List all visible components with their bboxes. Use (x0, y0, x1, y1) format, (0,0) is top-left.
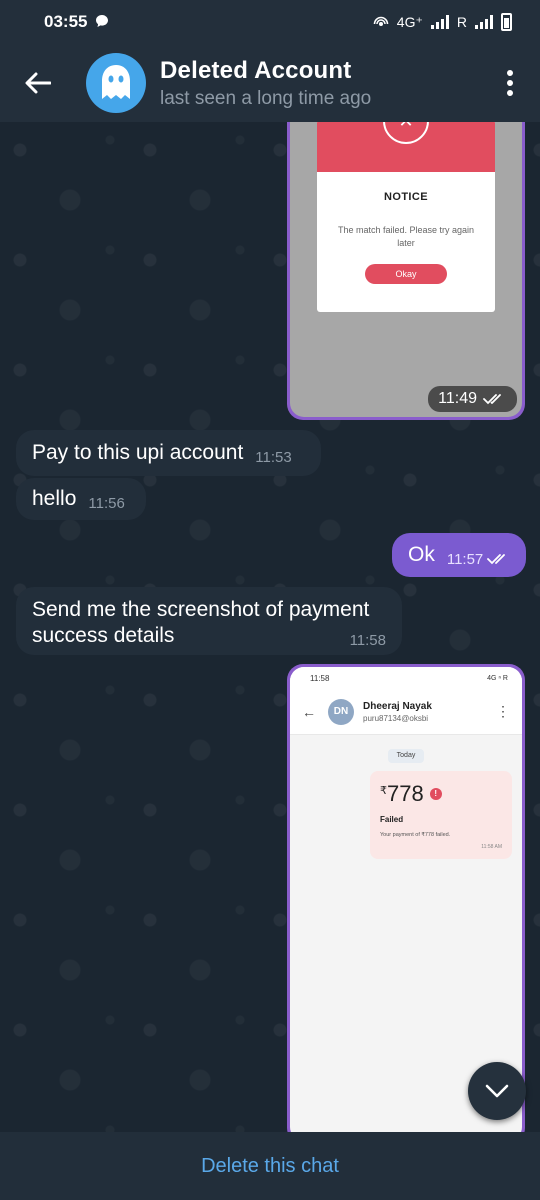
hotspot-icon (373, 14, 389, 31)
more-options-button[interactable] (480, 44, 540, 122)
notice-banner: ✕ (317, 120, 495, 172)
message-text: Pay to this upi account (32, 441, 244, 464)
message-time: 11:56 (88, 494, 125, 512)
message-text: Ok (408, 543, 435, 566)
back-button[interactable] (0, 44, 76, 122)
network-type-label: 4G⁺ (396, 13, 423, 30)
avatar[interactable] (86, 53, 146, 113)
outgoing-message[interactable]: Ok 11:57 (392, 533, 526, 577)
dot-icon (507, 90, 513, 96)
arrow-left-icon: ← (302, 703, 316, 720)
signal-icon (430, 15, 449, 29)
screenshot-app-bar: ← DN Dheeraj Nayak puru87134@oksbi ⋮ (290, 689, 522, 735)
notice-screenshot: ✕ NOTICE The match failed. Please try ag… (290, 107, 522, 417)
chat-title: Deleted Account (160, 56, 352, 84)
ghost-icon (102, 65, 130, 99)
message-time: 11:57 (446, 550, 484, 568)
bottom-bar: Delete this chat (0, 1132, 540, 1200)
delete-chat-button[interactable]: Delete this chat (201, 1155, 339, 1178)
currency-symbol: ₹ (380, 784, 387, 797)
payment-amount: 778 (387, 781, 424, 806)
chat-title-group[interactable]: Deleted Account last seen a long time ag… (160, 57, 371, 110)
chat-header: Deleted Account last seen a long time ag… (0, 44, 540, 122)
status-time: 03:55 (44, 12, 88, 31)
double-check-icon (487, 554, 506, 565)
notice-okay-button: Okay (365, 264, 447, 284)
payment-status: Failed (380, 815, 404, 824)
last-seen-status: last seen a long time ago (160, 87, 372, 109)
dot-icon (507, 70, 513, 76)
message-time: 11:49 (438, 390, 477, 407)
message-time-badge: 11:49 (428, 386, 517, 412)
chevron-down-icon (485, 1084, 509, 1098)
dot-icon (507, 80, 513, 86)
message-time: 11:53 (255, 448, 292, 466)
more-vertical-icon: ⋮ (496, 703, 510, 719)
contact-handle: puru87134@oksbi (363, 713, 429, 723)
screenshot-status-bar: 11:58 4G ⁿ R (290, 667, 522, 689)
arrow-left-icon (25, 72, 51, 94)
screenshot-status-right: 4G ⁿ R (487, 674, 508, 682)
notice-message: The match failed. Please try again later (337, 225, 475, 248)
alert-icon: ! (429, 788, 442, 800)
payment-card: ₹ 778 ! Failed Your payment of ₹778 fail… (370, 771, 512, 859)
scroll-down-button[interactable] (468, 1062, 526, 1120)
status-bar: 03:55 4G⁺ R (0, 0, 540, 44)
chat-notification-icon (95, 14, 109, 31)
message-text: Send me the screenshot of payment succes… (32, 598, 370, 647)
incoming-message[interactable]: hello 11:56 (16, 478, 146, 520)
payment-amount-row: ₹ 778 ! (380, 781, 502, 807)
payment-description: Your payment of ₹778 failed. (380, 832, 451, 838)
contact-name: Dheeraj Nayak (363, 700, 432, 712)
contact-avatar: DN (328, 698, 354, 725)
message-time: 11:58 (349, 632, 386, 649)
battery-icon (501, 13, 512, 31)
screenshot-status-time: 11:58 (310, 673, 330, 683)
incoming-message[interactable]: Pay to this upi account 11:53 (16, 430, 321, 476)
message-text: hello (32, 487, 77, 510)
message-meta: 11:57 (447, 551, 509, 568)
signal-icon-2 (475, 15, 493, 29)
roaming-label: R (456, 14, 467, 30)
close-circle-icon: ✕ (383, 120, 429, 144)
notice-dialog: ✕ NOTICE The match failed. Please try ag… (317, 120, 495, 312)
notice-title: NOTICE (384, 191, 428, 203)
contact-info: Dheeraj Nayak puru87134@oksbi (363, 701, 432, 723)
image-message-notice[interactable]: ✕ NOTICE The match failed. Please try ag… (287, 104, 525, 420)
date-chip: Today (388, 749, 424, 763)
incoming-message[interactable]: Send me the screenshot of payment succes… (16, 587, 402, 655)
double-check-icon (483, 394, 501, 405)
payment-timestamp: 11:58 AM (481, 844, 502, 850)
